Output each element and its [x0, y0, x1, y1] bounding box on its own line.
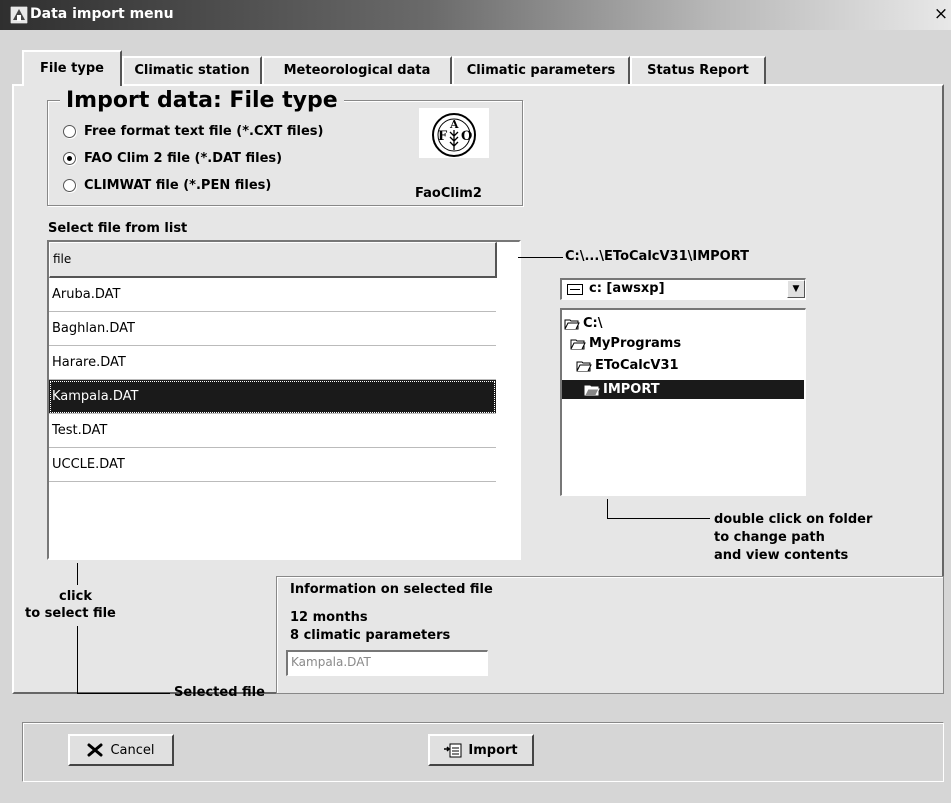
drive-icon	[567, 284, 583, 295]
open-folder-icon	[576, 361, 592, 371]
info-months: 12 months	[290, 610, 368, 625]
tab-climatic-station[interactable]: Climatic station	[122, 56, 262, 84]
svg-text:O: O	[461, 129, 472, 144]
folder-label: MyPrograms	[589, 336, 682, 351]
window-title: Data import menu	[30, 6, 174, 22]
connector-line	[607, 499, 608, 519]
folder-label: C:\	[583, 316, 603, 331]
close-icon	[87, 743, 103, 757]
folder-item-myprograms[interactable]: MyPrograms	[570, 334, 681, 353]
radio-free-format[interactable]: Free format text file (*.CXT files)	[63, 121, 324, 141]
list-item[interactable]: Aruba.DAT	[49, 278, 496, 312]
open-folder-icon	[564, 319, 580, 329]
folder-note-line1: double click on folder	[714, 512, 873, 527]
current-path: C:\...\EToCalcV31\IMPORT	[565, 249, 750, 264]
select-file-label: Select file from list	[48, 221, 188, 236]
radio-label: Free format text file (*.CXT files)	[84, 123, 324, 139]
connector-line	[77, 626, 78, 694]
folder-item-etocalc[interactable]: EToCalcV31	[576, 356, 679, 375]
close-icon[interactable]: ×	[932, 5, 950, 23]
folder-list[interactable]: C:\ MyPrograms EToCalcV31 IMPORT	[560, 308, 806, 496]
list-item[interactable]: Test.DAT	[49, 414, 496, 448]
click-note-line1: click	[59, 589, 92, 604]
folder-item-root[interactable]: C:\	[564, 314, 603, 333]
radio-climwat[interactable]: CLIMWAT file (*.PEN files)	[63, 175, 271, 195]
list-header[interactable]: file	[49, 242, 497, 278]
tab-meteorological-data[interactable]: Meteorological data	[262, 56, 452, 84]
list-item[interactable]: Harare.DAT	[49, 346, 496, 380]
list-item-selected[interactable]: Kampala.DAT	[49, 380, 496, 414]
tab-climatic-parameters[interactable]: Climatic parameters	[452, 56, 630, 84]
connector-line	[77, 693, 170, 694]
folder-item-import[interactable]: IMPORT	[562, 380, 804, 399]
folder-label: IMPORT	[603, 382, 660, 397]
radio-fao-clim2[interactable]: FAO Clim 2 file (*.DAT files)	[63, 148, 282, 168]
svg-text:A: A	[449, 118, 459, 131]
radio-label: FAO Clim 2 file (*.DAT files)	[84, 150, 283, 166]
drive-value: c: [awsxp]	[589, 281, 665, 296]
list-item[interactable]: UCCLE.DAT	[49, 448, 496, 482]
fao-logo-icon: F A O	[419, 108, 489, 158]
import-icon	[444, 743, 462, 758]
selected-file-field: Kampala.DAT	[286, 650, 488, 676]
radio-button[interactable]	[63, 151, 76, 165]
chevron-down-icon[interactable]: ▼	[787, 280, 805, 298]
radio-button[interactable]	[63, 124, 76, 138]
file-list[interactable]: file Aruba.DAT Baghlan.DAT Harare.DAT Ka…	[47, 240, 521, 560]
open-folder-icon	[584, 385, 600, 395]
cancel-button[interactable]: Cancel	[68, 734, 174, 766]
tab-status-report[interactable]: Status Report	[630, 56, 766, 84]
info-title: Information on selected file	[290, 582, 493, 597]
open-folder-icon	[570, 339, 586, 349]
radio-button[interactable]	[63, 178, 76, 192]
list-item[interactable]: Baghlan.DAT	[49, 312, 496, 346]
group-title: Import data: File type	[60, 88, 344, 113]
connector-line	[77, 563, 78, 585]
info-parameters: 8 climatic parameters	[290, 628, 451, 643]
tab-file-type[interactable]: File type	[22, 50, 122, 86]
cancel-label: Cancel	[110, 742, 155, 758]
radio-label: CLIMWAT file (*.PEN files)	[84, 177, 272, 193]
fao-logo-label: FaoClim2	[415, 186, 482, 201]
click-note-line2: to select file	[25, 606, 116, 621]
drive-select[interactable]: c: [awsxp] ▼	[560, 278, 806, 300]
svg-text:F: F	[438, 129, 448, 144]
import-button[interactable]: Import	[428, 734, 534, 766]
folder-note-line2: to change path	[714, 530, 825, 545]
folder-label: EToCalcV31	[595, 358, 679, 373]
app-icon	[10, 6, 28, 24]
import-label: Import	[468, 742, 518, 758]
folder-note-line3: and view contents	[714, 548, 849, 563]
connector-line	[518, 257, 563, 258]
selected-file-label: Selected file	[174, 685, 265, 700]
connector-line	[607, 518, 710, 519]
